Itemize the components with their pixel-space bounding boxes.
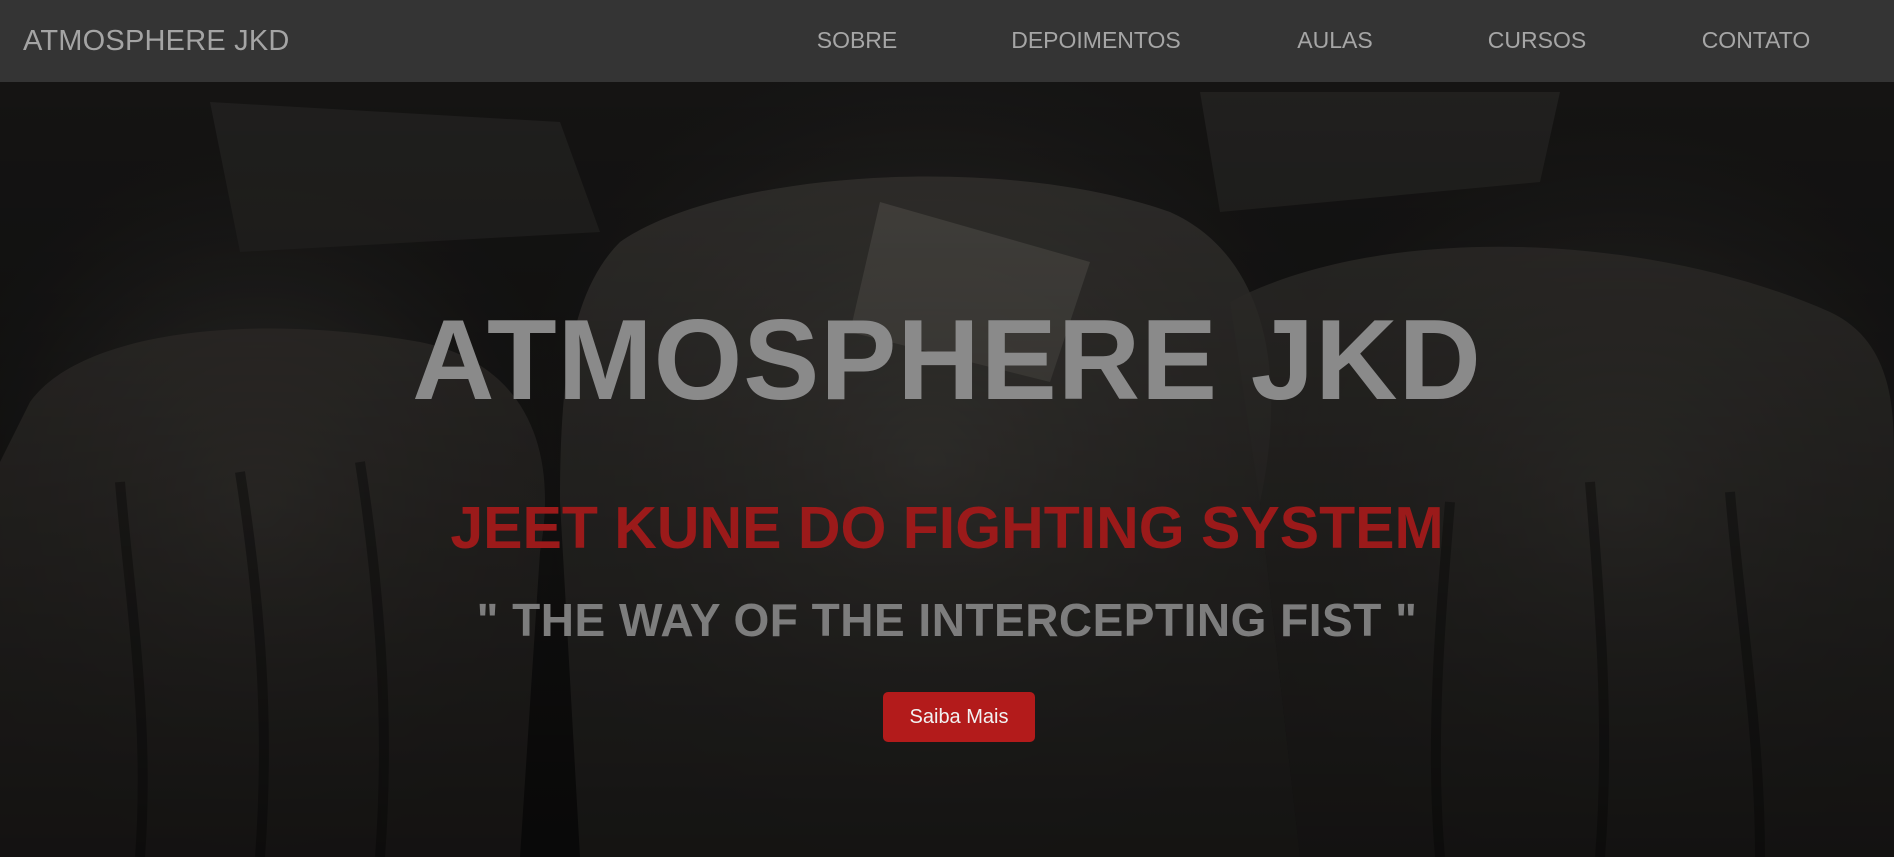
nav-link-contato[interactable]: CONTATO — [1702, 0, 1811, 82]
hero-section: ATMOSPHERE JKD JEET KUNE DO FIGHTING SYS… — [0, 82, 1894, 857]
nav-link-aulas[interactable]: AULAS — [1297, 0, 1372, 82]
saiba-mais-button[interactable]: Saiba Mais — [883, 692, 1035, 742]
nav-link-cursos[interactable]: CURSOS — [1488, 0, 1586, 82]
hero-subtitle: JEET KUNE DO FIGHTING SYSTEM — [450, 495, 1444, 561]
hero-title: ATMOSPHERE JKD — [412, 297, 1482, 424]
nav-link-sobre[interactable]: SOBRE — [817, 0, 898, 82]
hero-content: ATMOSPHERE JKD JEET KUNE DO FIGHTING SYS… — [0, 82, 1894, 857]
nav-links: SOBRE DEPOIMENTOS AULAS CURSOS CONTATO — [0, 0, 1894, 82]
top-navbar: ATMOSPHERE JKD SOBRE DEPOIMENTOS AULAS C… — [0, 0, 1894, 82]
nav-link-depoimentos[interactable]: DEPOIMENTOS — [1011, 0, 1181, 82]
hero-quote: " THE WAY OF THE INTERCEPTING FIST " — [476, 594, 1418, 646]
